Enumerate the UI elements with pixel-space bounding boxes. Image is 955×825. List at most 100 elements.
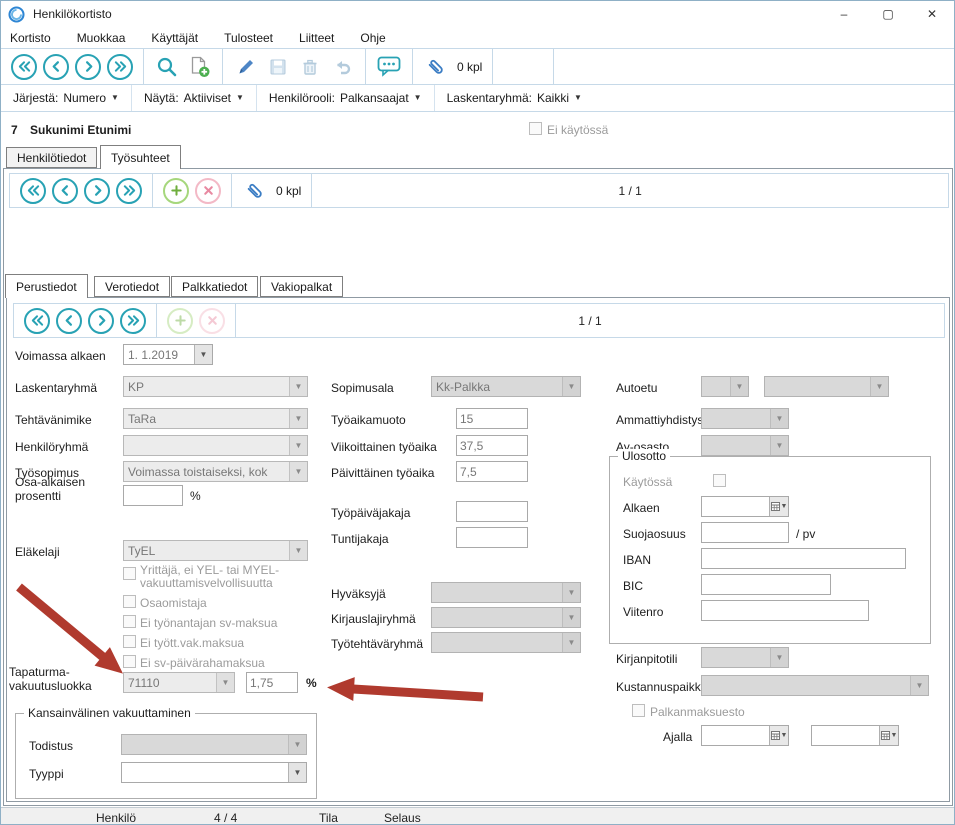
hyvaksyja-select[interactable]: ▼ bbox=[431, 582, 581, 603]
tyosopimus-select[interactable]: Voimassa toistaiseksi, kok ▼ bbox=[123, 461, 308, 482]
kirjanpitotili-select[interactable]: ▼ bbox=[701, 647, 789, 668]
elakelaji-select[interactable]: TyEL ▼ bbox=[123, 540, 308, 561]
attachments-button[interactable] bbox=[423, 54, 449, 80]
tapaturma-prosentti-input[interactable] bbox=[246, 672, 298, 693]
not-in-use-checkbox[interactable] bbox=[529, 122, 542, 135]
edit-button[interactable] bbox=[233, 54, 259, 80]
cancel-row-button[interactable] bbox=[199, 308, 225, 334]
autoetu-type-select[interactable]: ▼ bbox=[701, 376, 749, 397]
tehtavanimike-label: Tehtävänimike bbox=[15, 413, 92, 427]
minimize-button[interactable]: – bbox=[822, 1, 866, 27]
chevron-down-icon: ▼ bbox=[870, 377, 888, 396]
bic-input[interactable] bbox=[701, 574, 831, 595]
alkaen-datefield[interactable]: ▼ bbox=[701, 496, 789, 517]
kaytossa-checkbox[interactable] bbox=[713, 474, 726, 487]
first-employment-button[interactable] bbox=[20, 178, 46, 204]
chevrons-left-icon bbox=[31, 314, 44, 327]
chevron-down-icon: ▼ bbox=[194, 345, 212, 364]
add-employment-button[interactable] bbox=[163, 178, 189, 204]
tyopaivajakaja-input[interactable] bbox=[456, 501, 528, 522]
iban-input[interactable] bbox=[701, 548, 906, 569]
tab-vakiopalkat[interactable]: Vakiopalkat bbox=[260, 276, 343, 297]
ei-tyott-vak-checkbox[interactable] bbox=[123, 635, 136, 648]
status-henkilo: Henkilö bbox=[96, 811, 136, 825]
undo-button[interactable] bbox=[329, 54, 355, 80]
previous-employment-button[interactable] bbox=[52, 178, 78, 204]
first-row-button[interactable] bbox=[24, 308, 50, 334]
menu-kayttajat[interactable]: Käyttäjät bbox=[151, 31, 198, 45]
tab-henkilotiedot[interactable]: Henkilötiedot bbox=[6, 147, 97, 168]
palkanmaksuesto-checkbox[interactable] bbox=[632, 704, 645, 717]
last-record-button[interactable] bbox=[107, 54, 133, 80]
ajalla-end-datefield[interactable]: ▼ bbox=[811, 725, 899, 746]
menu-tulosteet[interactable]: Tulosteet bbox=[224, 31, 273, 45]
next-record-button[interactable] bbox=[75, 54, 101, 80]
next-row-button[interactable] bbox=[88, 308, 114, 334]
filter-jarjesta[interactable]: Järjestä: Numero ▼ bbox=[1, 91, 131, 105]
osa-aikaisen-label: Osa-aikaisen prosentti bbox=[15, 475, 115, 503]
osa-aikaisen-input[interactable] bbox=[123, 485, 183, 506]
viikoittainen-input[interactable] bbox=[456, 435, 528, 456]
save-button[interactable] bbox=[265, 54, 291, 80]
tab-palkkatiedot[interactable]: Palkkatiedot bbox=[171, 276, 258, 297]
menu-ohje[interactable]: Ohje bbox=[360, 31, 385, 45]
voimassa-alkaen-select[interactable]: 1. 1.2019 ▼ bbox=[123, 344, 213, 365]
menu-kortisto[interactable]: Kortisto bbox=[10, 31, 51, 45]
filter-henkilorooli[interactable]: Henkilörooli: Palkansaajat ▼ bbox=[257, 91, 434, 105]
suojaosuus-input[interactable] bbox=[701, 522, 789, 543]
tehtavanimike-select[interactable]: TaRa ▼ bbox=[123, 408, 308, 429]
henkiloryhma-select[interactable]: ▼ bbox=[123, 435, 308, 456]
tab-tyosuhteet[interactable]: Työsuhteet bbox=[100, 145, 181, 169]
comment-button[interactable] bbox=[376, 54, 402, 80]
ei-tyonantajan-sv-checkbox[interactable] bbox=[123, 615, 136, 628]
yrittaja-checkbox[interactable] bbox=[123, 567, 136, 580]
status-bar: Henkilö 4 / 4 Tila Selaus bbox=[1, 807, 954, 825]
new-record-button[interactable] bbox=[186, 54, 212, 80]
menu-liitteet[interactable]: Liitteet bbox=[299, 31, 334, 45]
last-employment-button[interactable] bbox=[116, 178, 142, 204]
filter-nayta[interactable]: Näytä: Aktiiviset ▼ bbox=[132, 91, 256, 105]
calendar-icon[interactable]: ▼ bbox=[769, 726, 788, 745]
ay-osasto-select[interactable]: ▼ bbox=[701, 435, 789, 456]
paperclip-icon bbox=[425, 56, 447, 78]
add-row-button[interactable] bbox=[167, 308, 193, 334]
calendar-icon[interactable]: ▼ bbox=[769, 497, 788, 516]
employment-attachments-button[interactable] bbox=[242, 178, 268, 204]
ammattiyhdistys-select[interactable]: ▼ bbox=[701, 408, 789, 429]
osaomistaja-checkbox[interactable] bbox=[123, 595, 136, 608]
chevrons-left-icon bbox=[18, 60, 31, 73]
undo-arrow-icon bbox=[332, 57, 352, 77]
tyoaikamuoto-input[interactable] bbox=[456, 408, 528, 429]
laskentaryhma-select[interactable]: KP ▼ bbox=[123, 376, 308, 397]
ei-sv-paivaraha-checkbox[interactable] bbox=[123, 655, 136, 668]
tyyppi-select[interactable]: ▼ bbox=[121, 762, 307, 783]
filter-laskentaryhma[interactable]: Laskentaryhmä: Kaikki ▼ bbox=[435, 91, 594, 105]
tapaturma-luokka-select[interactable]: 71110 ▼ bbox=[123, 672, 235, 693]
tuntijakaja-input[interactable] bbox=[456, 527, 528, 548]
sopimusala-select[interactable]: Kk-Palkka ▼ bbox=[431, 376, 581, 397]
next-employment-button[interactable] bbox=[84, 178, 110, 204]
tyotehtavaryhma-select[interactable]: ▼ bbox=[431, 632, 581, 653]
previous-record-button[interactable] bbox=[43, 54, 69, 80]
delete-button[interactable] bbox=[297, 54, 323, 80]
ajalla-start-datefield[interactable]: ▼ bbox=[701, 725, 789, 746]
kirjauslajiryhma-select[interactable]: ▼ bbox=[431, 607, 581, 628]
todistus-select[interactable]: ▼ bbox=[121, 734, 307, 755]
tab-perustiedot[interactable]: Perustiedot bbox=[5, 274, 88, 298]
menu-muokkaa[interactable]: Muokkaa bbox=[77, 31, 126, 45]
person-name: Sukunimi Etunimi bbox=[30, 123, 131, 137]
paivittainen-input[interactable] bbox=[456, 461, 528, 482]
autoetu-value-select[interactable]: ▼ bbox=[764, 376, 889, 397]
cancel-employment-button[interactable] bbox=[195, 178, 221, 204]
tab-verotiedot[interactable]: Verotiedot bbox=[94, 276, 170, 297]
maximize-button[interactable]: ▢ bbox=[866, 1, 910, 27]
first-record-button[interactable] bbox=[11, 54, 37, 80]
close-button[interactable]: ✕ bbox=[910, 1, 954, 27]
previous-row-button[interactable] bbox=[56, 308, 82, 334]
kustannuspaikka-select[interactable]: ▼ bbox=[701, 675, 929, 696]
viitenro-input[interactable] bbox=[701, 600, 869, 621]
last-row-button[interactable] bbox=[120, 308, 146, 334]
calendar-icon[interactable]: ▼ bbox=[879, 726, 898, 745]
ulosotto-title: Ulosotto bbox=[618, 449, 670, 463]
search-button[interactable] bbox=[154, 54, 180, 80]
